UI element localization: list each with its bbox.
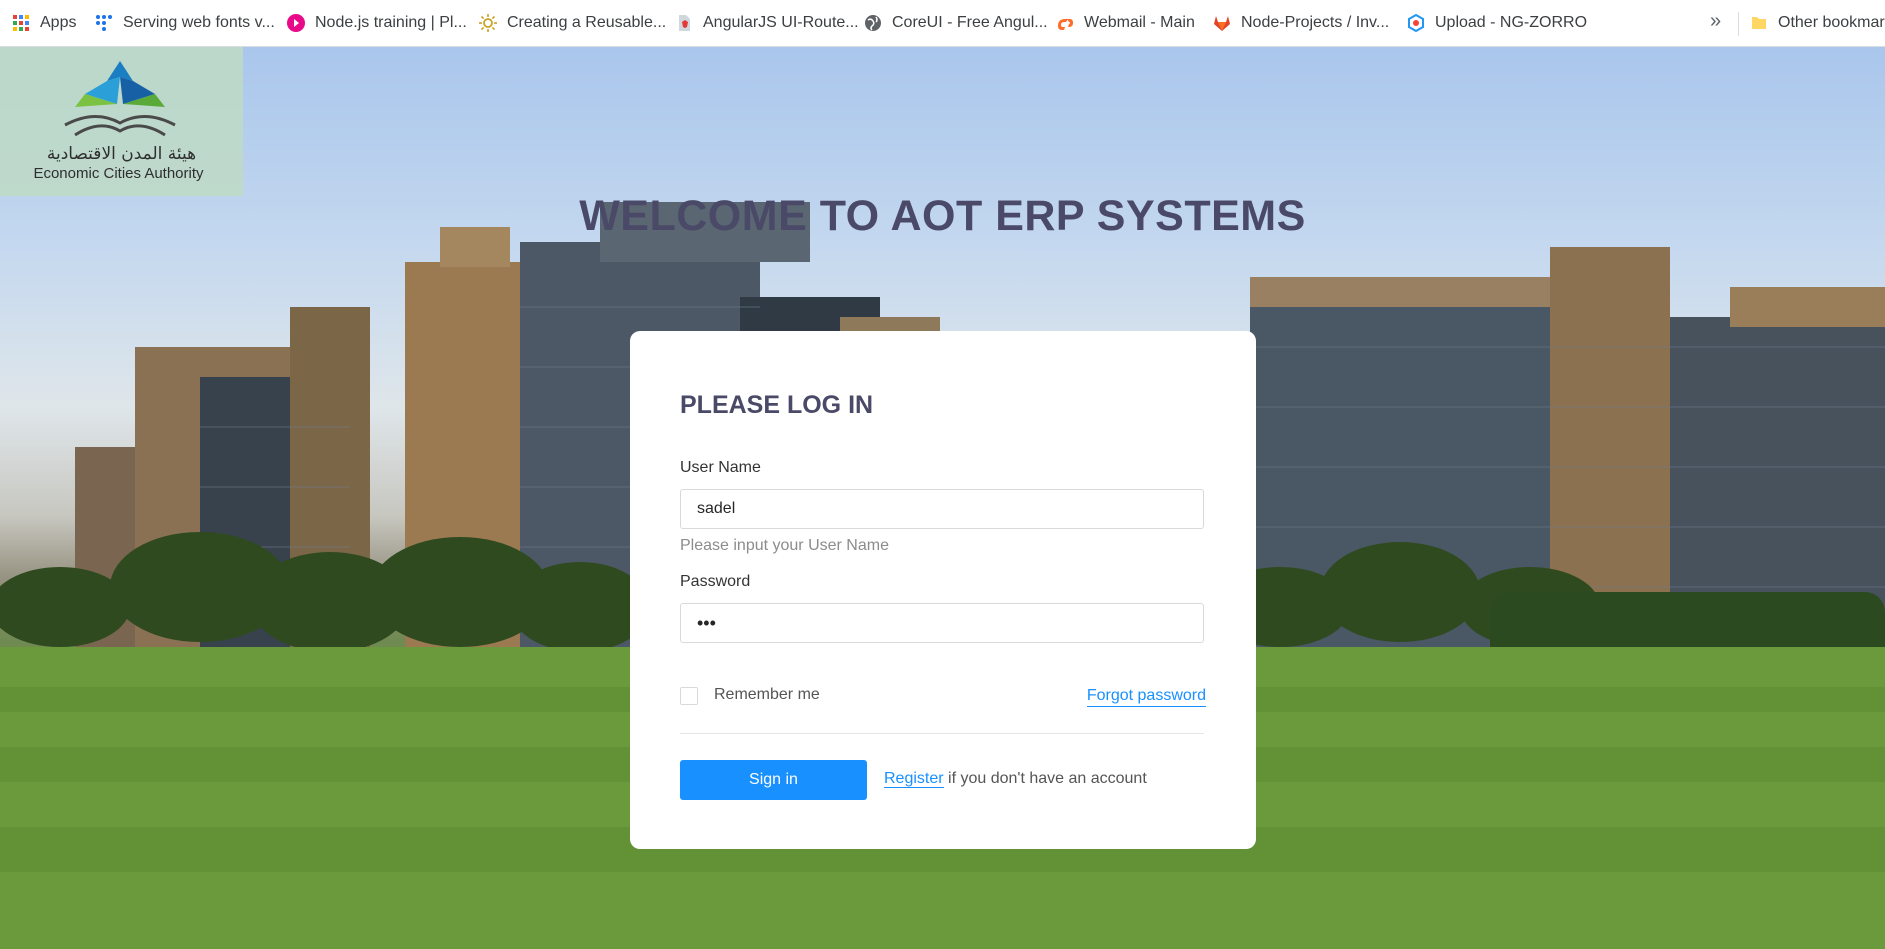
bookmarks-separator bbox=[1738, 12, 1739, 36]
dots-logo-icon bbox=[96, 15, 112, 31]
remember-me-checkbox[interactable] bbox=[680, 687, 698, 705]
register-link[interactable]: Register bbox=[884, 770, 944, 788]
password-input[interactable]: ••• bbox=[680, 603, 1204, 643]
bookmark-label: Node.js training | Pl... bbox=[315, 14, 467, 31]
logo-arabic-text: هيئة المدن الاقتصادية bbox=[46, 144, 197, 164]
bookmark-serving-web-fonts[interactable]: Serving web fonts v... bbox=[95, 12, 275, 34]
bookmark-nodejs-training[interactable]: Node.js training | Pl... bbox=[287, 12, 467, 34]
form-divider bbox=[680, 733, 1204, 734]
bookmark-node-projects[interactable]: Node-Projects / Inv... bbox=[1213, 12, 1389, 34]
bookmark-label: AngularJS UI-Route... bbox=[703, 14, 859, 31]
bookmark-label: Serving web fonts v... bbox=[123, 14, 275, 31]
globe-icon bbox=[865, 15, 881, 31]
angular-doc-icon bbox=[679, 15, 690, 31]
forgot-password-link[interactable]: Forgot password bbox=[1086, 686, 1206, 707]
username-hint: Please input your User Name bbox=[680, 537, 889, 554]
other-bookmarks-label: Other bookmarks bbox=[1778, 14, 1885, 31]
bookmark-label: Apps bbox=[40, 14, 77, 31]
eca-emblem-icon bbox=[64, 61, 176, 137]
password-label: Password bbox=[680, 573, 751, 590]
sign-in-button[interactable]: Sign in bbox=[680, 760, 867, 800]
ng-zorro-icon bbox=[1408, 14, 1424, 32]
bookmark-webmail[interactable]: Webmail - Main bbox=[1056, 12, 1195, 34]
other-bookmarks-folder[interactable]: Other bookmarks bbox=[1750, 12, 1885, 34]
bookmark-coreui[interactable]: CoreUI - Free Angul... bbox=[864, 12, 1048, 34]
login-title: PLEASE LOG IN bbox=[680, 391, 874, 419]
more-bookmarks-button[interactable]: » bbox=[1710, 10, 1721, 33]
register-line: Register if you don't have an account bbox=[884, 770, 1147, 788]
sun-icon bbox=[479, 14, 497, 32]
remember-me-label: Remember me bbox=[714, 686, 820, 703]
bookmark-label: CoreUI - Free Angul... bbox=[892, 14, 1048, 31]
bookmark-label: Upload - NG-ZORRO bbox=[1435, 14, 1588, 31]
bookmark-label: Creating a Reusable... bbox=[507, 14, 667, 31]
folder-icon bbox=[1752, 17, 1766, 29]
logo-english-text: Economic Cities Authority bbox=[33, 165, 204, 182]
eca-logo: هيئة المدن الاقتصادية Economic Cities Au… bbox=[0, 47, 243, 196]
username-label: User Name bbox=[680, 459, 761, 476]
login-card: PLEASE LOG IN User Name Please input you… bbox=[630, 331, 1256, 849]
bookmark-angularjs-ui-router[interactable]: AngularJS UI-Route... bbox=[675, 12, 859, 34]
bookmark-apps[interactable]: Apps bbox=[12, 12, 76, 34]
pluralsight-icon bbox=[287, 14, 305, 32]
apps-grid-icon bbox=[13, 15, 29, 31]
gitlab-icon bbox=[1214, 16, 1230, 31]
bookmarks-bar: Apps Serving web fonts v... Node.js trai… bbox=[0, 0, 1885, 47]
cpanel-icon bbox=[1058, 19, 1073, 30]
welcome-title: WELCOME TO AOT ERP SYSTEMS bbox=[579, 192, 1306, 240]
bookmark-upload-ng-zorro[interactable]: Upload - NG-ZORRO bbox=[1407, 12, 1587, 34]
bookmark-label: Node-Projects / Inv... bbox=[1241, 14, 1390, 31]
bookmark-creating-reusable[interactable]: Creating a Reusable... bbox=[479, 12, 666, 34]
bookmark-label: Webmail - Main bbox=[1084, 14, 1195, 31]
register-suffix: if you don't have an account bbox=[943, 770, 1147, 787]
username-input[interactable] bbox=[680, 489, 1204, 529]
